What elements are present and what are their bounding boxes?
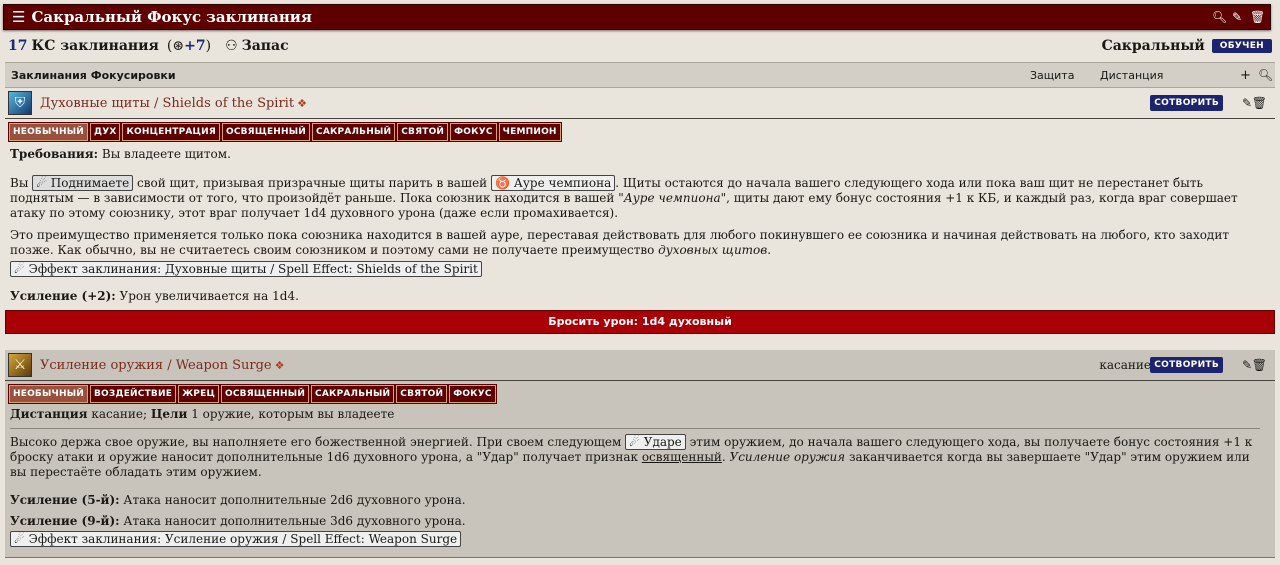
trait-tag[interactable]: ВОЗДЕЙСТВИЕ bbox=[88, 384, 178, 404]
trait-tag[interactable]: НЕОБЫЧНЫЙ bbox=[8, 122, 89, 142]
trait-tag[interactable]: СВЯТОЙ bbox=[395, 384, 449, 404]
trait-tag[interactable]: КОНЦЕНТРАЦИЯ bbox=[121, 122, 221, 142]
cast-button[interactable]: СОТВОРИТЬ bbox=[1150, 95, 1223, 111]
spell-effect-link[interactable]: ☄ Эффект заклинания: Духовные щиты / Spe… bbox=[10, 261, 482, 277]
proficiency-badge[interactable]: ОБУЧЕН bbox=[1211, 39, 1272, 53]
spell-dc-value: 17 bbox=[8, 38, 28, 54]
attack-modifier[interactable]: (⊛+7) bbox=[167, 38, 211, 54]
spell-description: Дистанция касание; Цели 1 оружие, которы… bbox=[10, 407, 1260, 547]
column-defense: Защита bbox=[1030, 68, 1075, 82]
edit-icon[interactable]: ✎ bbox=[1242, 358, 1252, 372]
search-icon[interactable]: 🔍︎ bbox=[1212, 10, 1227, 24]
spellcasting-stats: 17 КС заклинания (⊛+7) ⚇ Запас Сакральны… bbox=[8, 36, 1272, 56]
action-glyph-icon: ☄ bbox=[629, 435, 640, 449]
heightened-9: Усиление (9-й): Атака наносит дополнител… bbox=[10, 514, 466, 528]
action-glyph-icon: ☄ bbox=[36, 176, 47, 190]
section-header: Заклинания Фокусировки Защита Дистанция … bbox=[5, 62, 1275, 88]
roll-damage-button[interactable]: Бросить урон: 1d4 духовный bbox=[5, 310, 1275, 334]
search-icon[interactable]: 🔍︎ bbox=[1258, 68, 1273, 82]
spell-dc-label: КС заклинания bbox=[31, 38, 159, 54]
spell-header[interactable]: ⚔ Усиление оружия / Weapon Surge ❖ касани… bbox=[5, 350, 1275, 381]
spell-header[interactable]: ⛨ Духовные щиты / Shields of the Spirit ❖… bbox=[5, 88, 1275, 119]
sheet-titlebar: ☰ Сакральный Фокус заклинания 🔍︎ ✎ 🗑︎ bbox=[3, 4, 1271, 30]
tradition-box: Сакральный ОБУЧЕН bbox=[1102, 38, 1272, 54]
trash-icon[interactable]: 🗑︎ bbox=[1250, 10, 1265, 24]
edit-icon[interactable]: ✎ bbox=[1231, 10, 1243, 24]
range-targets: Дистанция касание; Цели 1 оружие, которы… bbox=[10, 407, 395, 421]
spell-effect-link[interactable]: ☄ Эффект заклинания: Усиление оружия / S… bbox=[10, 531, 462, 547]
trait-tag[interactable]: САКРАЛЬНЫЙ bbox=[310, 384, 396, 404]
window-title: Сакральный Фокус заклинания bbox=[31, 8, 313, 26]
trait-tag[interactable]: ФОКУС bbox=[449, 122, 498, 142]
action-icon: ❖ bbox=[297, 96, 307, 110]
trait-tag[interactable]: СВЯТОЙ bbox=[396, 122, 450, 142]
trait-tags: НЕОБЫЧНЫЙ ВОЗДЕЙСТВИЕ ЖРЕЦ ОСВЯЩЕННЫЙ СА… bbox=[8, 384, 1275, 404]
add-icon[interactable]: + bbox=[1240, 68, 1251, 83]
trash-icon[interactable]: 🗑︎ bbox=[1252, 358, 1267, 372]
trait-tag[interactable]: ДУХ bbox=[89, 122, 122, 142]
section-title: Заклинания Фокусировки bbox=[11, 68, 176, 82]
trait-tag[interactable]: ФОКУС bbox=[448, 384, 497, 404]
raise-shield-link[interactable]: ☄ Поднимаете bbox=[32, 175, 134, 191]
titlebar-tools: 🔍︎ ✎ 🗑︎ bbox=[1212, 10, 1265, 24]
trash-icon[interactable]: 🗑︎ bbox=[1252, 96, 1267, 110]
trait-tags: НЕОБЫЧНЫЙ ДУХ КОНЦЕНТРАЦИЯ ОСВЯЩЕННЫЙ СА… bbox=[8, 122, 1275, 142]
d20-icon: ⊛ bbox=[172, 38, 185, 54]
strike-link[interactable]: ☄ Ударе bbox=[625, 434, 686, 450]
effect-icon: ☄ bbox=[14, 532, 25, 546]
trait-tag[interactable]: ЖРЕЦ bbox=[177, 384, 220, 404]
trait-tag[interactable]: САКРАЛЬНЫЙ bbox=[311, 122, 397, 142]
spell-description: Требования: Вы владеете щитом. Вы ☄ Подн… bbox=[10, 147, 1260, 304]
trait-tag[interactable]: ОСВЯЩЕННЫЙ bbox=[219, 384, 311, 404]
requirements: Требования: Вы владеете щитом. bbox=[10, 147, 231, 161]
trait-tag[interactable]: НЕОБЫЧНЫЙ bbox=[8, 384, 89, 404]
tradition-label: Сакральный bbox=[1101, 38, 1205, 54]
heightened: Усиление (+2): Урон увеличивается на 1d4… bbox=[10, 289, 299, 303]
shield-spirit-icon[interactable]: ⛨ bbox=[8, 91, 32, 115]
spell-shields-of-the-spirit: ⛨ Духовные щиты / Shields of the Spirit ❖… bbox=[5, 88, 1275, 334]
description-paragraph: Вы ☄ Поднимаете свой щит, призывая призр… bbox=[10, 175, 1238, 220]
edit-icon[interactable]: ✎ bbox=[1242, 96, 1252, 110]
column-range: Дистанция bbox=[1100, 68, 1164, 82]
focus-pool-label: Запас bbox=[241, 38, 289, 54]
pool-icon: ⚇ bbox=[225, 38, 238, 54]
description-paragraph: Высоко держа свое оружие, вы наполняете … bbox=[10, 428, 1260, 480]
description-paragraph: Это преимущество применяется только пока… bbox=[10, 228, 1229, 257]
trait-tag[interactable]: ОСВЯЩЕННЫЙ bbox=[220, 122, 312, 142]
trait-tag[interactable]: ЧЕМПИОН bbox=[497, 122, 562, 142]
spell-name[interactable]: Духовные щиты / Shields of the Spirit ❖ bbox=[40, 96, 307, 111]
cast-button[interactable]: СОТВОРИТЬ bbox=[1150, 357, 1223, 373]
action-icon: ❖ bbox=[274, 358, 285, 372]
heightened-5: Усиление (5-й): Атака наносит дополнител… bbox=[10, 493, 466, 507]
spell-range: касание bbox=[1099, 358, 1151, 372]
menu-icon[interactable]: ☰ bbox=[12, 8, 25, 26]
spell-weapon-surge: ⚔ Усиление оружия / Weapon Surge ❖ касани… bbox=[5, 350, 1275, 547]
spell-name[interactable]: Усиление оружия / Weapon Surge ❖ bbox=[40, 358, 285, 373]
weapon-surge-icon[interactable]: ⚔ bbox=[8, 353, 32, 377]
consecrated-trait-link[interactable]: освященный bbox=[642, 450, 722, 464]
champion-aura-link[interactable]: ♉ Ауре чемпиона bbox=[491, 175, 616, 191]
effect-icon: ☄ bbox=[14, 262, 25, 276]
aura-icon: ♉ bbox=[495, 176, 510, 190]
